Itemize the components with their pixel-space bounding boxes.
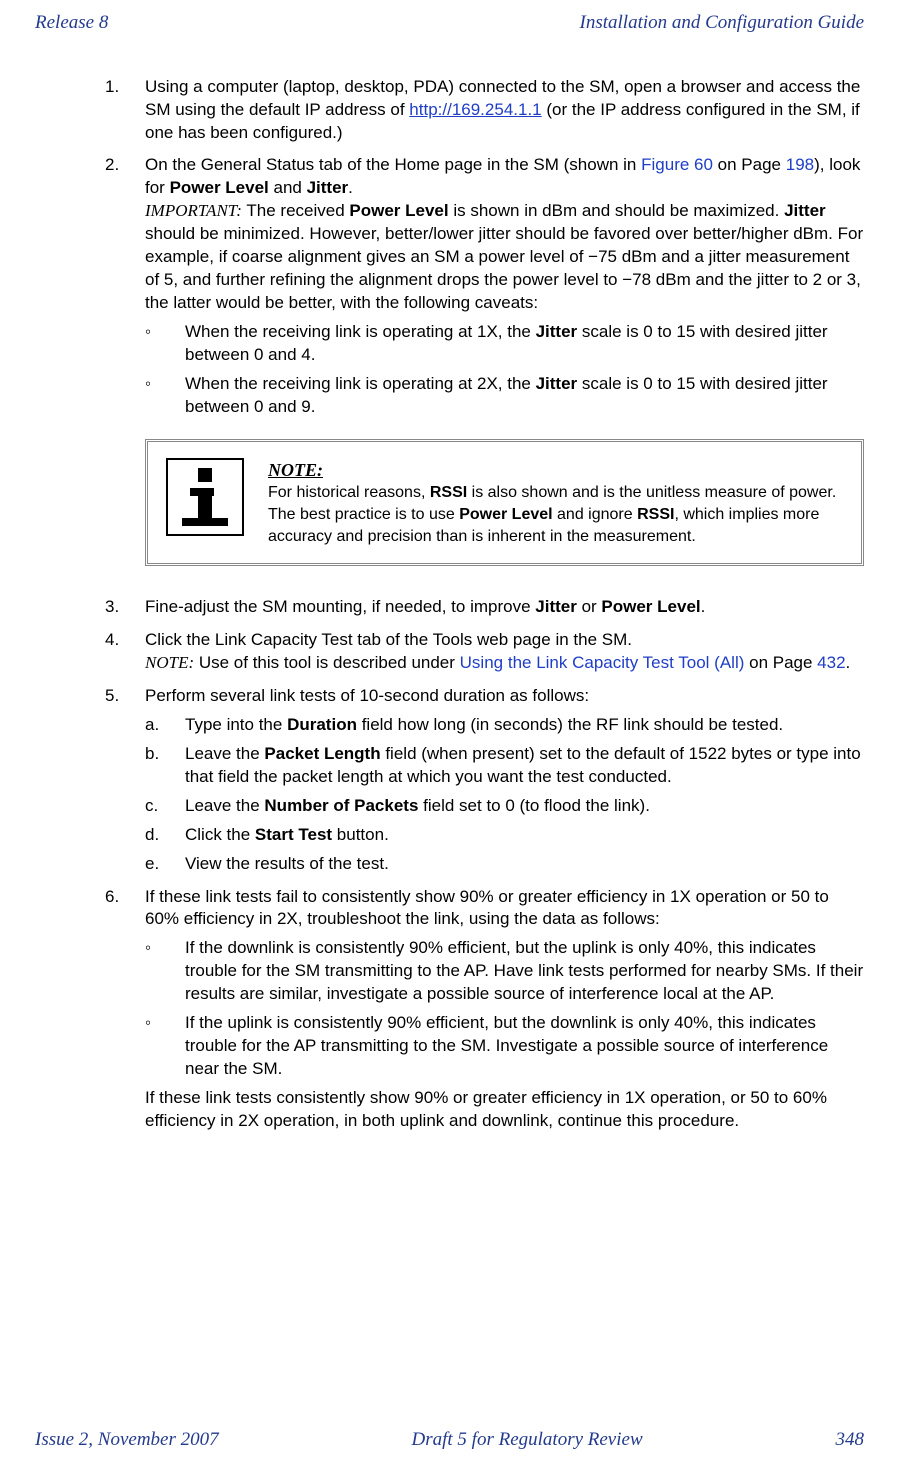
figure-60-xref[interactable]: Figure 60 — [641, 155, 713, 174]
footer-center: Draft 5 for Regulatory Review — [412, 1427, 643, 1453]
step-5: 5. Perform several link tests of 10-seco… — [105, 685, 864, 876]
bullet-icon: ◦ — [145, 1012, 151, 1035]
step-6: 6. If these link tests fail to consisten… — [105, 886, 864, 1133]
info-icon — [166, 458, 244, 536]
bullet-icon: ◦ — [145, 373, 151, 396]
note-callout: NOTE: For historical reasons, RSSI is al… — [145, 439, 864, 566]
step-2-number: 2. — [105, 154, 119, 177]
step-2: 2. On the General Status tab of the Home… — [105, 154, 864, 566]
step-3-number: 3. — [105, 596, 119, 619]
bullet-icon: ◦ — [145, 321, 151, 344]
step-6-sub-1: ◦If the downlink is consistently 90% eff… — [145, 937, 864, 1006]
step-5b: b.Leave the Packet Length field (when pr… — [145, 743, 864, 789]
page-432-xref[interactable]: 432 — [817, 653, 845, 672]
link-capacity-test-xref[interactable]: Using the Link Capacity Test Tool (All) — [460, 653, 745, 672]
header-left: Release 8 — [35, 10, 108, 36]
step-4-number: 4. — [105, 629, 119, 652]
note-label: NOTE: — [268, 460, 323, 480]
page-header: Release 8 Installation and Configuration… — [35, 10, 864, 36]
step-1-number: 1. — [105, 76, 119, 99]
step-1: 1. Using a computer (laptop, desktop, PD… — [105, 76, 864, 145]
step-2-sub-1: ◦ When the receiving link is operating a… — [145, 321, 864, 367]
footer-right: 348 — [836, 1427, 865, 1453]
header-right: Installation and Configuration Guide — [580, 10, 864, 36]
step-5d: d.Click the Start Test button. — [145, 824, 864, 847]
page-footer: Issue 2, November 2007 Draft 5 for Regul… — [35, 1427, 864, 1453]
note-text: NOTE: For historical reasons, RSSI is al… — [268, 458, 843, 547]
page-198-xref[interactable]: 198 — [786, 155, 814, 174]
step-6-closing: If these link tests consistently show 90… — [145, 1087, 864, 1133]
step-6-number: 6. — [105, 886, 119, 909]
footer-left: Issue 2, November 2007 — [35, 1427, 219, 1453]
step-5e: e.View the results of the test. — [145, 853, 864, 876]
step-3: 3. Fine-adjust the SM mounting, if neede… — [105, 596, 864, 619]
sm-default-ip-link[interactable]: http://169.254.1.1 — [409, 100, 541, 119]
step-6-sub-2: ◦If the uplink is consistently 90% effic… — [145, 1012, 864, 1081]
note-inline-label: NOTE: — [145, 653, 194, 672]
bullet-icon: ◦ — [145, 937, 151, 960]
step-2-sub-2: ◦ When the receiving link is operating a… — [145, 373, 864, 419]
main-content: 1. Using a computer (laptop, desktop, PD… — [35, 76, 864, 1428]
important-label: IMPORTANT: — [145, 201, 242, 220]
step-4: 4. Click the Link Capacity Test tab of t… — [105, 629, 864, 675]
step-5a: a.Type into the Duration field how long … — [145, 714, 864, 737]
step-5c: c.Leave the Number of Packets field set … — [145, 795, 864, 818]
step-5-number: 5. — [105, 685, 119, 708]
